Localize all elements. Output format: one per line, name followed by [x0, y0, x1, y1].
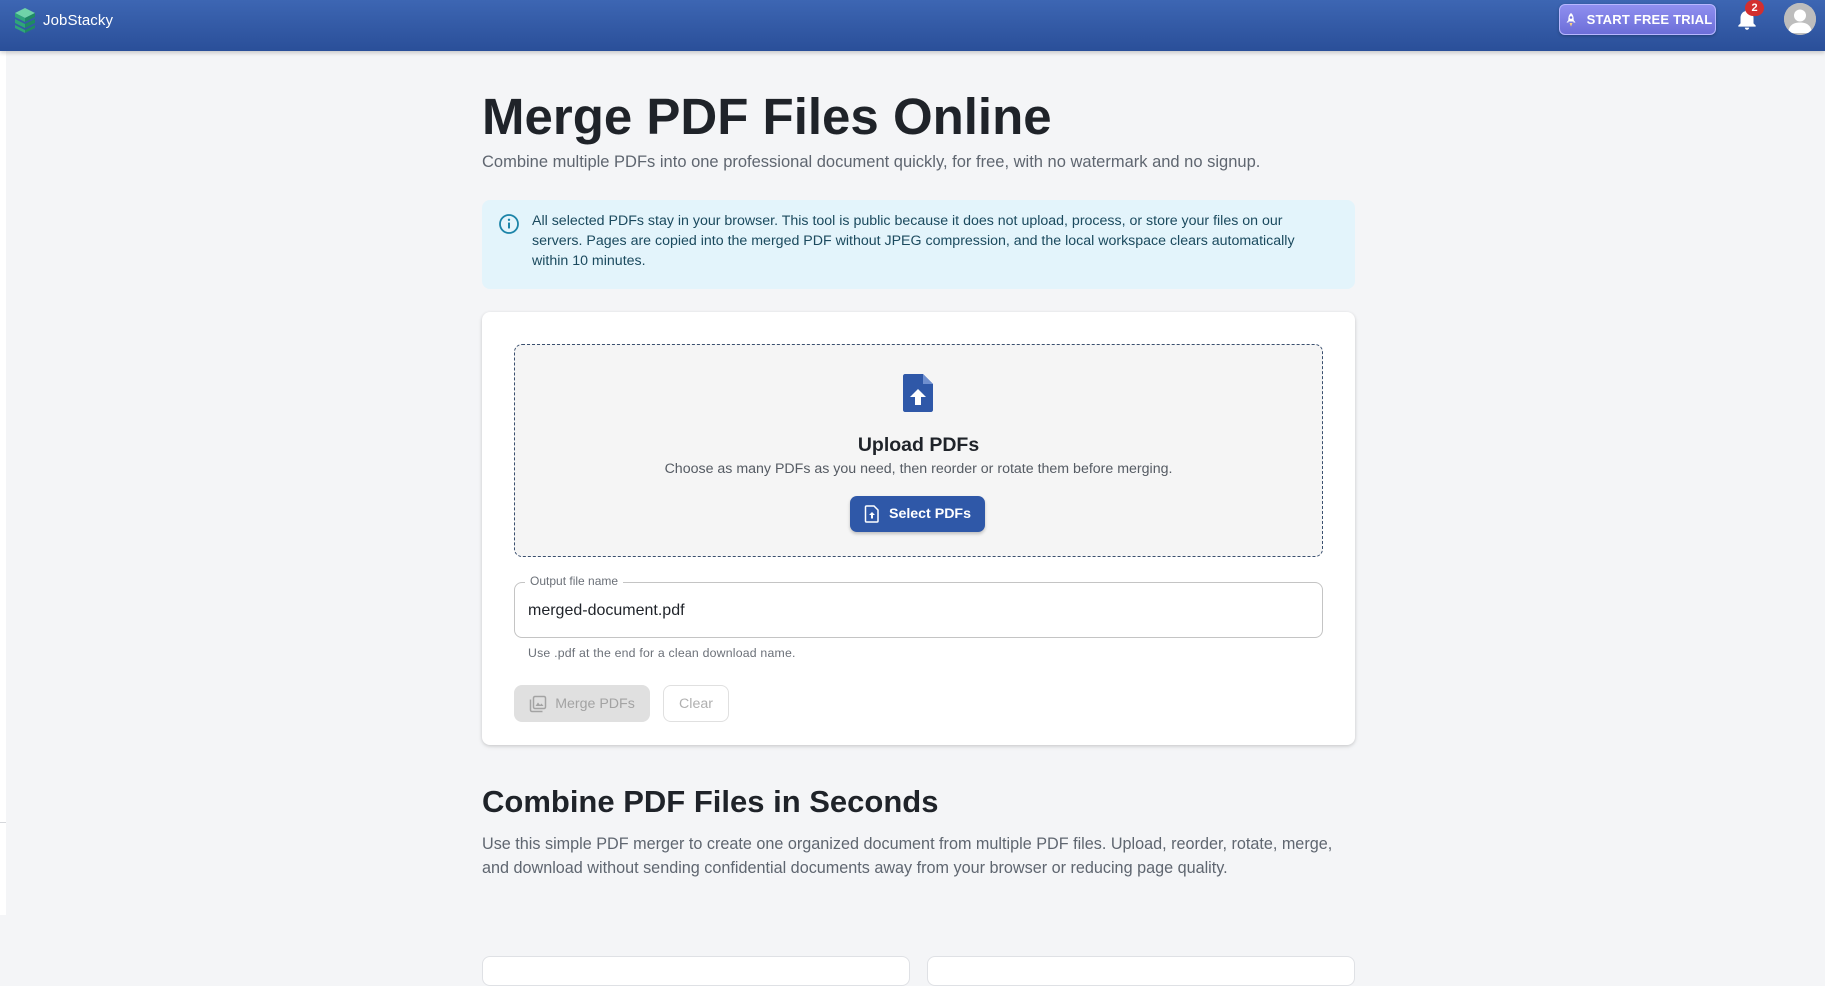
upload-description: Choose as many PDFs as you need, then re…	[664, 461, 1173, 477]
output-file-name-helper: Use .pdf at the end for a clean download…	[528, 646, 796, 660]
person-icon	[1784, 3, 1816, 35]
pdf-dropzone[interactable]: Upload PDFs Choose as many PDFs as you n…	[514, 344, 1323, 557]
user-avatar-button[interactable]	[1784, 3, 1816, 35]
page-subtitle: Combine multiple PDFs into one professio…	[482, 153, 1261, 171]
section-title: Combine PDF Files in Seconds	[482, 784, 939, 819]
rocket-icon	[1566, 12, 1576, 26]
left-rail-divider	[0, 822, 6, 823]
brand-home-link[interactable]: JobStacky	[14, 7, 113, 33]
merge-tool-card: Upload PDFs Choose as many PDFs as you n…	[482, 312, 1355, 745]
privacy-notice-text: All selected PDFs stay in your browser. …	[532, 213, 1295, 269]
clear-button[interactable]: Clear	[663, 685, 729, 722]
start-free-trial-label: START FREE TRIAL	[1586, 12, 1713, 27]
left-rail	[0, 51, 6, 915]
logo-stack-icon	[15, 8, 35, 33]
output-file-name-label: Output file name	[525, 574, 624, 588]
output-file-name-input[interactable]	[528, 599, 1308, 623]
file-upload-icon	[903, 374, 933, 412]
page-title: Merge PDF Files Online	[482, 88, 1052, 145]
feature-card	[927, 956, 1355, 986]
merge-pdfs-button[interactable]: Merge PDFs	[514, 685, 650, 722]
merge-pdfs-label: Merge PDFs	[555, 695, 635, 712]
privacy-notice: All selected PDFs stay in your browser. …	[482, 200, 1355, 289]
section-body: Use this simple PDF merger to create one…	[482, 835, 1333, 877]
brand-name: JobStacky	[43, 11, 114, 29]
notification-count-badge: 2	[1745, 0, 1764, 16]
upload-title: Upload PDFs	[857, 434, 980, 456]
feature-card	[482, 956, 910, 986]
file-upload-icon	[864, 505, 879, 523]
clear-label: Clear	[679, 695, 713, 712]
start-free-trial-button[interactable]: START FREE TRIAL	[1559, 4, 1716, 35]
select-pdfs-button[interactable]: Select PDFs	[850, 496, 985, 532]
select-pdfs-label: Select PDFs	[888, 506, 971, 522]
merge-files-icon	[529, 695, 547, 712]
output-file-name-field: Output file name	[514, 574, 1323, 638]
info-icon	[499, 214, 519, 234]
top-app-bar: JobStacky START FREE TRIAL 2	[0, 0, 1825, 51]
